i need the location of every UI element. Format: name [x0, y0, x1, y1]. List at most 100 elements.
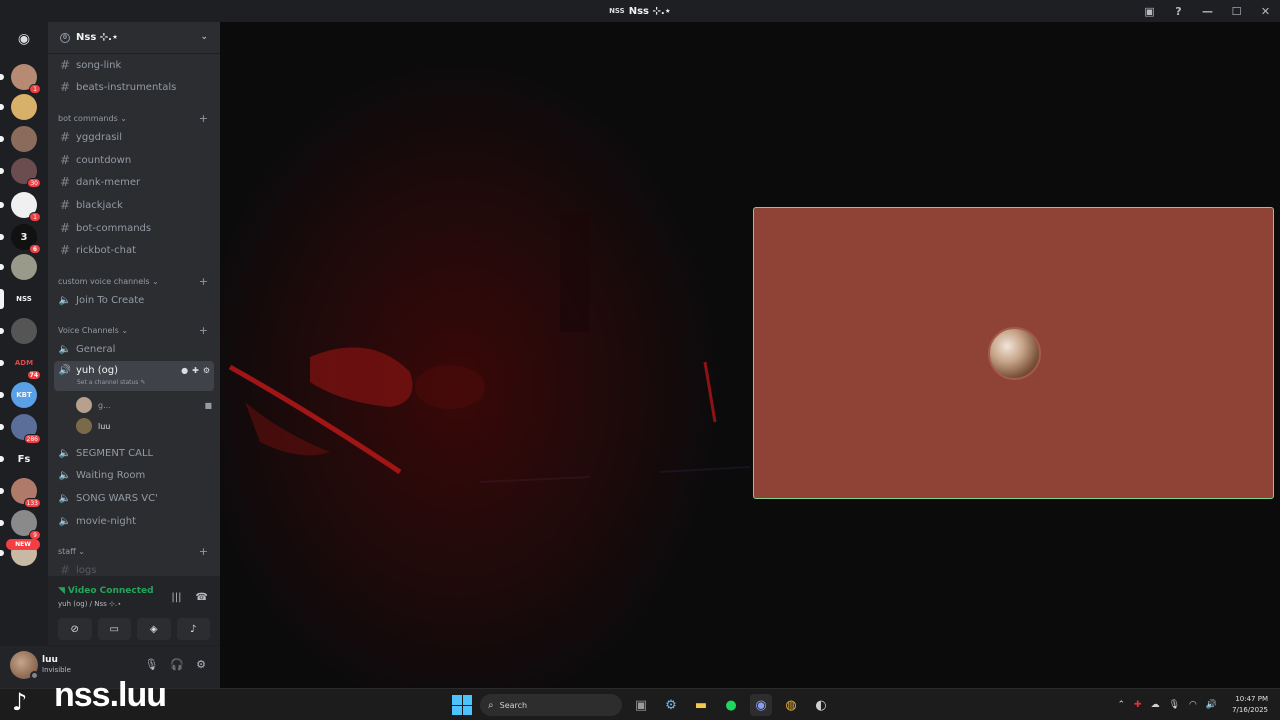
category-voice-channels[interactable]: Voice Channels ⌄ +: [58, 323, 214, 337]
task-view-icon[interactable]: ▣: [630, 694, 652, 716]
hash-icon: #: [59, 175, 71, 189]
discord-icon[interactable]: ◉: [750, 694, 772, 716]
new-badge[interactable]: NEW: [6, 539, 40, 550]
voice-user[interactable]: g... ■: [76, 396, 212, 414]
server-1-icon[interactable]: 1: [0, 64, 41, 94]
channel-blackjack[interactable]: # blackjack: [54, 195, 214, 215]
add-channel-icon[interactable]: +: [199, 324, 208, 337]
server-10-icon[interactable]: ADM 74: [0, 350, 41, 380]
voice-location[interactable]: yuh (og) / Nss ⊹.⋆: [58, 600, 121, 608]
mention-badge: 6: [29, 244, 41, 254]
inbox-icon[interactable]: ▣: [1135, 5, 1164, 18]
file-explorer-icon[interactable]: ▬: [690, 694, 712, 716]
channel-yuh-og[interactable]: 🔊 yuh (og) Set a channel status ✎ ● ✚ ⚙: [54, 361, 214, 391]
channel-countdown[interactable]: # countdown: [54, 150, 214, 170]
server-9-icon[interactable]: [0, 318, 37, 344]
hash-icon: #: [59, 243, 71, 257]
volume-icon[interactable]: 🔊: [1206, 700, 1217, 710]
chrome-icon[interactable]: ◍: [780, 694, 802, 716]
server-7-icon[interactable]: [0, 254, 37, 280]
channel-rickbot-chat[interactable]: # rickbot-chat: [54, 240, 214, 260]
server-nss-icon[interactable]: NSS: [0, 286, 37, 312]
server-6-icon[interactable]: 36: [0, 224, 41, 254]
server-rail: ◉ 1 30 1 3 6 NSS ADM 74 KBT 286 Fs 133 9: [0, 22, 48, 688]
camera-off-icon: ⊘: [70, 623, 79, 635]
guild-header[interactable]: 0 Nss ⊹.⋆ ⌄: [48, 22, 220, 54]
channel-segment-call[interactable]: 🔈 SEGMENT CALL: [54, 443, 214, 463]
username[interactable]: luu: [42, 655, 58, 665]
server-12-icon[interactable]: 286: [0, 414, 41, 444]
category-bot-commands[interactable]: bot commands ⌄ +: [58, 111, 214, 125]
channel-yggdrasil[interactable]: # yggdrasil: [54, 127, 214, 147]
add-channel-icon[interactable]: +: [199, 545, 208, 558]
invite-icon[interactable]: ✚: [192, 366, 199, 375]
participant-tile[interactable]: [753, 207, 1274, 499]
channel-beats-instrumentals[interactable]: # beats-instrumentals: [54, 77, 214, 97]
category-custom-voice[interactable]: custom voice channels ⌄ +: [58, 274, 214, 288]
chevron-up-icon[interactable]: ⌃: [1117, 700, 1125, 710]
windows-start-icon[interactable]: [452, 695, 472, 715]
channel-actions: ● ✚ ⚙: [181, 366, 210, 375]
wifi-icon[interactable]: ◠: [1189, 700, 1197, 710]
channel-song-link[interactable]: # song-link: [54, 55, 214, 75]
channel-dank-memer[interactable]: # dank-memer: [54, 172, 214, 192]
voice-status[interactable]: ◥ Video Connected: [58, 586, 154, 596]
cloud-icon[interactable]: ☁: [1151, 700, 1160, 710]
gear-icon[interactable]: ⚙: [196, 658, 206, 671]
server-11-icon[interactable]: KBT: [0, 382, 37, 408]
microphone-icon[interactable]: 🎙: [1169, 700, 1180, 710]
screen-share-icon: ▭: [109, 623, 119, 635]
clock[interactable]: 10:47 PM 7/16/2025: [1232, 694, 1268, 716]
channel-bot-commands[interactable]: # bot-commands: [54, 218, 214, 238]
server-5-icon[interactable]: 1: [0, 192, 41, 222]
minimize-icon[interactable]: —: [1193, 5, 1222, 18]
noise-suppression-icon[interactable]: |||: [171, 592, 181, 603]
server-3-icon[interactable]: [0, 126, 37, 152]
spotify-icon[interactable]: ●: [720, 694, 742, 716]
camera-off-button[interactable]: ⊘: [58, 618, 92, 640]
server-15-icon[interactable]: 9: [0, 510, 41, 540]
taskbar-search[interactable]: ⌕ Search: [480, 694, 622, 716]
maximize-icon[interactable]: ☐: [1222, 5, 1251, 18]
camera-stream[interactable]: [220, 22, 750, 688]
headphones-icon[interactable]: 🎧: [170, 658, 184, 671]
tray-app-icon[interactable]: ✚: [1134, 700, 1142, 710]
server-4-icon[interactable]: 30: [0, 158, 41, 188]
channel-sidebar: 0 Nss ⊹.⋆ ⌄ # song-link # beats-instrument…: [48, 22, 220, 576]
server-2-icon[interactable]: [0, 94, 37, 120]
gear-icon[interactable]: ⚙: [203, 366, 210, 375]
discord-home-icon[interactable]: ◉: [11, 26, 37, 52]
channel-logs[interactable]: # logs: [54, 560, 214, 576]
speaker-icon: 🔈: [58, 343, 72, 355]
soundboard-button[interactable]: ♪: [176, 618, 210, 640]
add-channel-icon[interactable]: +: [199, 112, 208, 125]
settings-icon[interactable]: ⚙: [660, 694, 682, 716]
mention-badge: 1: [29, 212, 41, 222]
screen-share-button[interactable]: ▭: [97, 618, 131, 640]
channel-general[interactable]: 🔈 General: [54, 339, 214, 359]
chevron-down-icon[interactable]: ⌄: [200, 32, 208, 42]
disconnect-icon[interactable]: ☎: [196, 592, 208, 603]
microphone-icon[interactable]: 🎙: [144, 658, 158, 671]
channel-song-wars-vc[interactable]: 🔈 SONG WARS VC': [54, 488, 214, 508]
chat-icon[interactable]: ●: [181, 366, 188, 375]
add-channel-icon[interactable]: +: [199, 275, 208, 288]
channel-waiting-room[interactable]: 🔈 Waiting Room: [54, 465, 214, 485]
gamepad-icon: ◈: [149, 623, 158, 635]
channel-movie-night[interactable]: 🔈 movie-night: [54, 511, 214, 531]
server-fs-icon[interactable]: Fs: [0, 446, 37, 472]
voice-connection-panel: ◥ Video Connected yuh (og) / Nss ⊹.⋆ ||| …: [48, 576, 220, 646]
voice-user[interactable]: luu: [76, 417, 212, 435]
channel-join-to-create[interactable]: 🔈 Join To Create: [54, 290, 214, 310]
unread-pip: [0, 456, 4, 462]
channel-status[interactable]: Set a channel status ✎: [77, 379, 145, 386]
steam-icon[interactable]: ◐: [810, 694, 832, 716]
server-14-icon[interactable]: 133: [0, 478, 41, 508]
tiktok-icon: ♪: [12, 688, 28, 716]
speaker-icon: 🔈: [58, 294, 72, 306]
status-indicator: [30, 671, 39, 680]
category-staff[interactable]: staff ⌄ +: [58, 544, 214, 558]
close-icon[interactable]: ✕: [1251, 5, 1280, 18]
activities-button[interactable]: ◈: [137, 618, 171, 640]
help-icon[interactable]: ?: [1164, 5, 1193, 18]
